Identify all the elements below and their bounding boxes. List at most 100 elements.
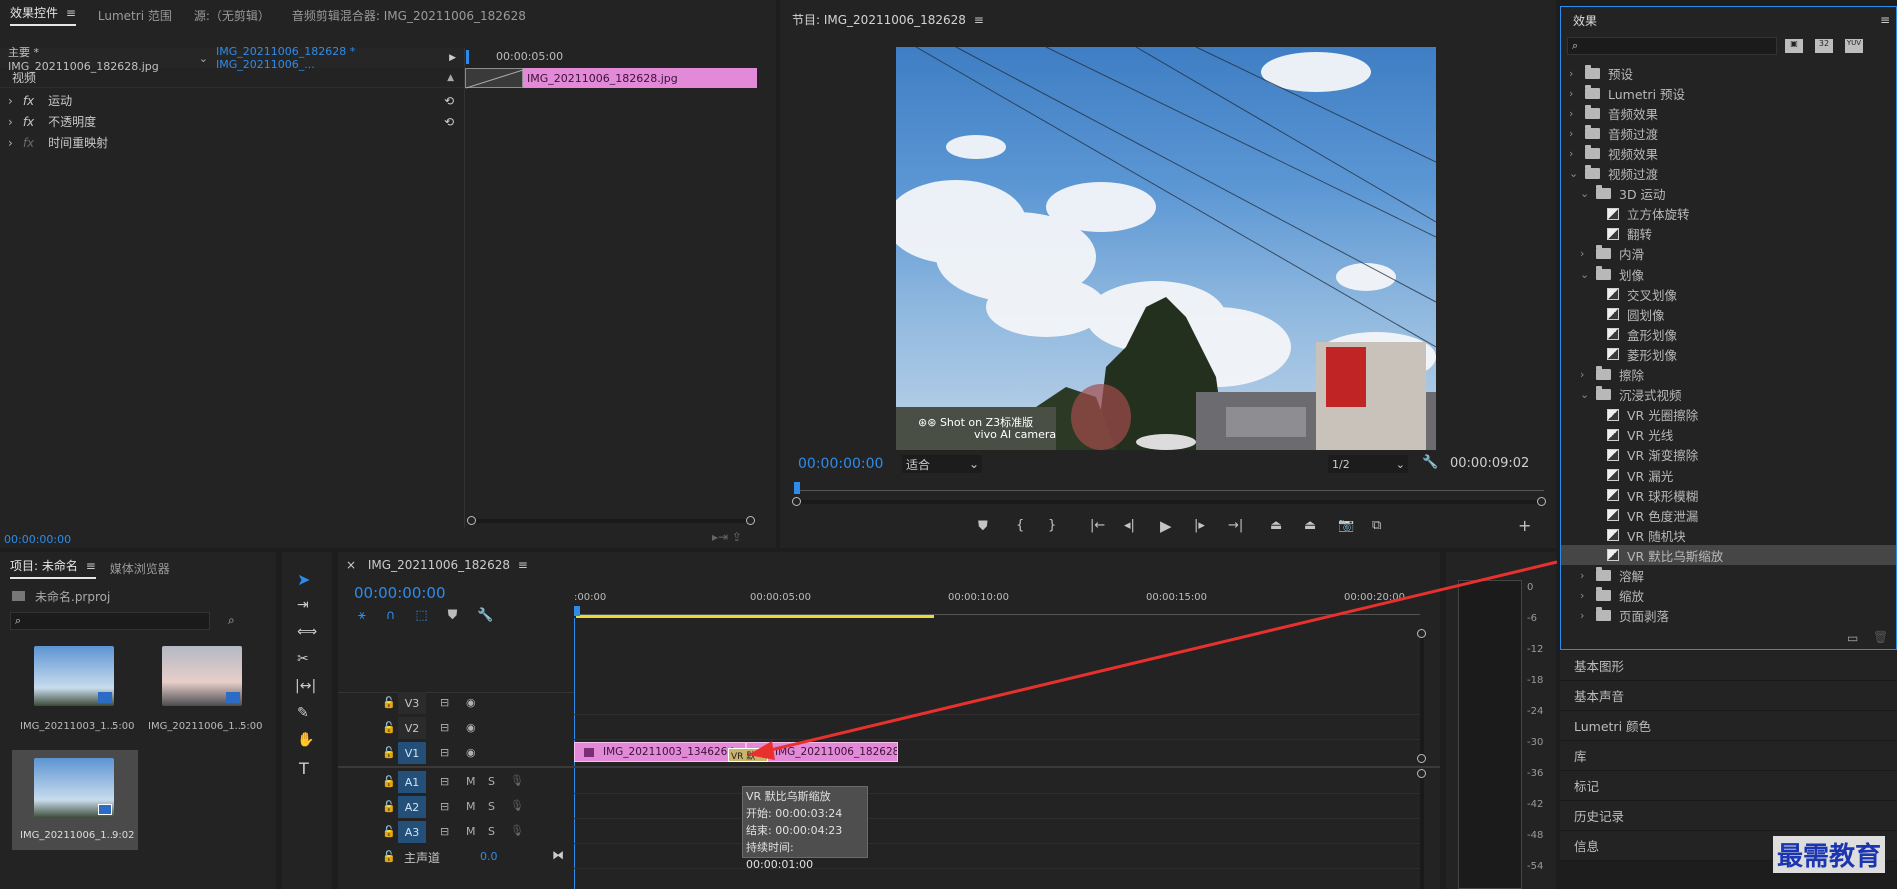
timeline-clip-2[interactable]: IMG_20211006_182628.jpg <box>746 742 898 762</box>
panel-libraries[interactable]: 库 <box>1560 741 1897 771</box>
play-only-icon[interactable]: ▶ <box>449 53 456 63</box>
effect-item[interactable]: VR 光圈擦除 <box>1561 405 1896 425</box>
chevron-down-icon[interactable]: ⌄ <box>1580 268 1592 281</box>
project-item[interactable]: IMG_20211003_1... 5:00 <box>12 646 134 746</box>
timeline-clip-1[interactable]: IMG_20211003_134626.jpg <box>574 742 746 762</box>
go-to-out-icon[interactable]: →| <box>1228 518 1243 533</box>
audio-vertical-scrollbar[interactable] <box>1417 769 1426 889</box>
mute-icon[interactable]: M <box>466 825 476 838</box>
solo-icon[interactable]: S <box>488 800 495 813</box>
step-back-icon[interactable]: ◂| <box>1124 518 1135 533</box>
effect-item[interactable]: VR 色度泄漏 <box>1561 505 1896 525</box>
export-icon[interactable]: ▸⇥ ⇪ <box>712 530 742 544</box>
timeline-ruler[interactable]: :00:00 00:00:05:00 00:00:10:00 00:00:15:… <box>574 592 1420 622</box>
effect-item[interactable]: 交叉划像 <box>1561 284 1896 304</box>
lock-icon[interactable]: 🔓 <box>382 696 396 709</box>
effects-folder[interactable]: › 内滑 <box>1561 244 1896 264</box>
track-label[interactable]: A2 <box>398 796 426 818</box>
chevron-down-icon[interactable]: ⌄ <box>199 52 208 65</box>
track-label[interactable]: A1 <box>398 771 426 793</box>
panel-menu-icon[interactable]: ≡ <box>86 559 96 573</box>
program-title[interactable]: 节目: IMG_20211006_182628 ≡ <box>792 11 984 28</box>
effects-folder[interactable]: › 视频效果 <box>1561 143 1896 163</box>
chevron-right-icon[interactable]: › <box>8 94 13 108</box>
effects-folder[interactable]: ⌄ 沉浸式视频 <box>1561 385 1896 405</box>
tab-lumetri-scopes[interactable]: Lumetri 范围 <box>98 7 172 24</box>
effects-folder[interactable]: › 页面剥落 <box>1561 606 1896 626</box>
program-current-timecode[interactable]: 00:00:00:00 <box>798 456 883 472</box>
track-label[interactable]: V1 <box>398 742 426 764</box>
effect-item[interactable]: 盒形划像 <box>1561 324 1896 344</box>
sync-lock-icon[interactable]: ⊟ <box>440 746 449 759</box>
extract-icon[interactable]: ⏏ <box>1304 518 1316 533</box>
eye-icon[interactable]: ◉ <box>466 721 476 734</box>
effect-item[interactable]: VR 默比乌斯缩放 <box>1561 545 1896 566</box>
ec-timecode[interactable]: 00:00:00:00 <box>4 533 71 546</box>
effects-folder[interactable]: ⌄ 3D 运动 <box>1561 184 1896 204</box>
effects-folder[interactable]: › Lumetri 预设 <box>1561 83 1896 103</box>
effects-folder[interactable]: › 预设 <box>1561 63 1896 83</box>
timeline-tab[interactable]: × IMG_20211006_182628 ≡ <box>346 558 528 572</box>
comparison-view-icon[interactable]: ⧉ <box>1372 518 1381 533</box>
effects-search-input[interactable]: ⌕ <box>1567 37 1777 55</box>
lock-icon[interactable]: 🔓 <box>382 800 396 813</box>
tab-source[interactable]: 源:（无剪辑） <box>194 7 270 24</box>
playhead-marker[interactable] <box>794 482 800 494</box>
project-file[interactable]: 未命名.prproj <box>12 588 110 605</box>
program-ruler[interactable] <box>794 482 1544 500</box>
slip-tool-icon[interactable]: |↔| <box>295 678 316 694</box>
sync-lock-icon[interactable]: ⊟ <box>440 775 449 788</box>
linked-selection-icon[interactable]: ⬚ <box>415 608 427 623</box>
play-icon[interactable]: ▶ <box>1160 517 1172 535</box>
go-to-in-icon[interactable]: |← <box>1090 518 1105 533</box>
master-toggle-icon[interactable]: ⧓ <box>552 848 564 862</box>
panel-menu-icon[interactable]: ≡ <box>1880 13 1890 27</box>
effect-row-time-remap[interactable]: › fx 时间重映射 <box>0 132 464 153</box>
chevron-right-icon[interactable]: › <box>8 115 13 129</box>
mic-icon[interactable]: 🎙 <box>510 799 524 812</box>
chevron-right-icon[interactable]: › <box>1569 147 1581 160</box>
panel-menu-icon[interactable]: ≡ <box>974 13 984 27</box>
ec-scrollbar[interactable] <box>467 516 755 525</box>
razor-tool-icon[interactable]: ✂ <box>297 651 309 667</box>
collapse-up-icon[interactable]: ▲ <box>447 73 454 83</box>
find-icon[interactable]: ⌕ <box>228 613 235 628</box>
chevron-right-icon[interactable]: › <box>1580 569 1592 582</box>
eye-icon[interactable]: ◉ <box>466 696 476 709</box>
chevron-right-icon[interactable]: › <box>1580 589 1592 602</box>
effects-folder[interactable]: › 溶解 <box>1561 566 1896 586</box>
chevron-down-icon[interactable]: ⌄ <box>1569 167 1581 180</box>
lock-icon[interactable]: 🔓 <box>382 825 396 838</box>
panel-essential-graphics[interactable]: 基本图形 <box>1560 651 1897 681</box>
sync-lock-icon[interactable]: ⊟ <box>440 800 449 813</box>
effect-item[interactable]: 立方体旋转 <box>1561 204 1896 224</box>
yuv-icon[interactable]: YUV <box>1845 39 1863 53</box>
chevron-right-icon[interactable]: › <box>1569 107 1581 120</box>
effects-folder[interactable]: › 音频效果 <box>1561 103 1896 123</box>
resolution-dropdown[interactable]: 1/2 ⌄ <box>1328 455 1408 473</box>
chevron-down-icon[interactable]: ⌄ <box>1580 388 1592 401</box>
chevron-right-icon[interactable]: › <box>8 136 13 150</box>
program-video-frame[interactable]: ⊛⊛ Shot on Z3标准版 vivo AI camera <box>896 47 1436 450</box>
close-icon[interactable]: × <box>346 558 356 572</box>
solo-icon[interactable]: S <box>488 825 495 838</box>
camera-export-icon[interactable]: 📷 <box>1338 518 1354 533</box>
mic-icon[interactable]: 🎙 <box>510 824 524 837</box>
mute-icon[interactable]: M <box>466 775 476 788</box>
panel-markers[interactable]: 标记 <box>1560 771 1897 801</box>
track-label[interactable]: A3 <box>398 821 426 843</box>
mark-in-icon[interactable]: { <box>1016 518 1024 533</box>
eye-icon[interactable]: ◉ <box>466 746 476 759</box>
lock-icon[interactable]: 🔓 <box>382 775 396 788</box>
playhead-marker[interactable] <box>574 606 580 616</box>
32bit-icon[interactable]: 32 <box>1815 39 1833 53</box>
ec-ruler[interactable]: 00:00:05:00 <box>466 48 756 66</box>
add-button-icon[interactable]: + <box>1518 516 1531 535</box>
fx-icon[interactable]: fx <box>23 115 34 129</box>
add-marker-icon[interactable]: ⛊ <box>448 608 458 623</box>
panel-essential-sound[interactable]: 基本声音 <box>1560 681 1897 711</box>
track-label[interactable]: V3 <box>398 692 426 714</box>
reset-icon[interactable]: ⟲ <box>444 115 454 129</box>
fx-icon[interactable]: fx <box>23 94 34 108</box>
panel-menu-icon[interactable]: ≡ <box>66 6 76 20</box>
